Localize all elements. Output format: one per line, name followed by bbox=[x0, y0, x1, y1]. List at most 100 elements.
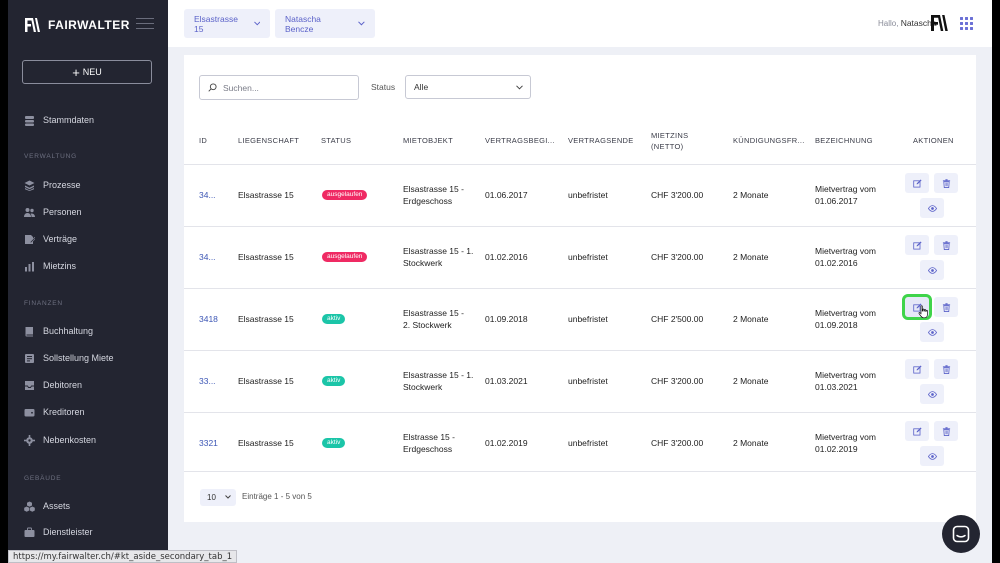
view-button[interactable] bbox=[920, 384, 944, 404]
cell-mietobjekt-line1: Elstrasse 15 - bbox=[403, 432, 455, 442]
sidebar-item-debitoren[interactable]: Debitoren bbox=[24, 377, 82, 393]
cell-vertragsbeginn: 01.03.2021 bbox=[485, 376, 528, 386]
column-header-vertragsbeginn[interactable]: VERTRAGSBEGI... bbox=[485, 135, 563, 146]
delete-button[interactable] bbox=[934, 359, 958, 379]
inbox-icon bbox=[25, 380, 34, 390]
column-header-id[interactable]: ID bbox=[199, 135, 235, 146]
view-button[interactable] bbox=[920, 322, 944, 342]
column-header-status[interactable]: STATUS bbox=[321, 135, 401, 146]
sidebar-item-label: Personen bbox=[43, 207, 82, 217]
contract-id-link[interactable]: 33... bbox=[199, 375, 233, 387]
column-header-mietobjekt[interactable]: MIETOBJEKT bbox=[403, 135, 483, 146]
table-row[interactable]: 34... Elsastrasse 15 ausgelaufen Elsastrass… bbox=[184, 226, 976, 288]
search-input[interactable] bbox=[223, 82, 343, 93]
cell-mietobjekt-line1: Elsastrasse 15 - bbox=[403, 308, 464, 318]
edit-button[interactable] bbox=[905, 359, 929, 379]
list-icon bbox=[25, 353, 34, 363]
cell-bezeichnung-line2: 01.02.2016 bbox=[815, 258, 858, 268]
chat-icon bbox=[952, 525, 970, 543]
status-filter-label: Status bbox=[371, 82, 396, 92]
sidebar-section-verwaltung: VERWALTUNG bbox=[24, 153, 78, 160]
sidebar-item-label: Prozesse bbox=[43, 180, 81, 190]
cell-liegenschaft: Elsastrasse 15 bbox=[238, 438, 294, 448]
edit-button[interactable] bbox=[905, 173, 929, 193]
sidebar-item-sollstellung-miete[interactable]: Sollstellung Miete bbox=[24, 350, 114, 366]
person-select[interactable]: Natascha Bencze bbox=[275, 9, 375, 38]
chevron-down-icon bbox=[253, 21, 260, 26]
sidebar-item-personen[interactable]: Personen bbox=[24, 204, 82, 220]
table-row[interactable]: 3418 Elsastrasse 15 aktiv Elsastrasse 15 - 2… bbox=[184, 288, 976, 350]
contract-id-link[interactable]: 3418 bbox=[199, 313, 233, 325]
contract-id-link[interactable]: 34... bbox=[199, 251, 233, 263]
sidebar-item-label: Debitoren bbox=[43, 380, 83, 390]
status-badge: aktiv bbox=[322, 314, 346, 324]
edit-icon bbox=[912, 178, 922, 188]
delete-button[interactable] bbox=[934, 173, 958, 193]
cell-bezeichnung-line2: 01.09.2018 bbox=[815, 320, 858, 330]
delete-button[interactable] bbox=[934, 297, 958, 317]
cell-bezeichnung-line1: Mietvertrag vom bbox=[815, 184, 876, 194]
column-header-mietzins-netto[interactable]: MIETZINS (NETTO) bbox=[651, 130, 729, 152]
status-filter-select[interactable]: Alle bbox=[405, 75, 531, 99]
property-select[interactable]: Elsastrasse 15 bbox=[184, 9, 270, 38]
status-badge: aktiv bbox=[322, 438, 346, 448]
search-icon bbox=[208, 83, 217, 92]
column-header-aktionen[interactable]: AKTIONEN bbox=[913, 135, 973, 146]
cell-vertragsende: unbefristet bbox=[568, 438, 608, 448]
contract-id-link[interactable]: 34... bbox=[199, 189, 233, 201]
fairwalter-logo-icon[interactable] bbox=[930, 14, 950, 32]
sidebar-item-verträge[interactable]: Verträge bbox=[24, 231, 77, 247]
table-row[interactable]: 34... Elsastrasse 15 ausgelaufen Elsastrass… bbox=[184, 164, 976, 226]
app-window: FAIRWALTER + NEU Stammdaten VERWALTUNG Pro… bbox=[0, 0, 1000, 563]
delete-button[interactable] bbox=[934, 421, 958, 441]
plus-icon: + bbox=[72, 64, 80, 80]
status-filter-value: Alle bbox=[414, 82, 429, 92]
edit-button[interactable] bbox=[905, 421, 929, 441]
brand[interactable]: FAIRWALTER bbox=[24, 16, 130, 34]
cell-kuendigungsfrist: 2 Monate bbox=[733, 190, 769, 200]
new-button[interactable]: + NEU bbox=[22, 60, 152, 84]
sidebar-section-gebäude: GEBÄUDE bbox=[24, 475, 62, 482]
sidebar-item-prozesse[interactable]: Prozesse bbox=[24, 177, 81, 193]
table-row[interactable]: 3321 Elsastrasse 15 aktiv Elstrasse 15 - Erd… bbox=[184, 412, 976, 474]
top-header: Elsastrasse 15 Natascha Bencze Hallo, Na… bbox=[168, 0, 992, 47]
cell-vertragsende: unbefristet bbox=[568, 376, 608, 386]
cell-liegenschaft: Elsastrasse 15 bbox=[238, 252, 294, 262]
edit-button[interactable] bbox=[905, 235, 929, 255]
view-button[interactable] bbox=[920, 260, 944, 280]
page-size-select[interactable]: 10 bbox=[200, 489, 236, 506]
cell-mietzins: CHF 3'200.00 bbox=[651, 376, 704, 386]
chat-launcher-button[interactable] bbox=[942, 515, 980, 553]
sidebar-item-buchhaltung[interactable]: Buchhaltung bbox=[24, 323, 93, 339]
search-box[interactable] bbox=[199, 75, 359, 100]
sidebar-toggle-icon[interactable] bbox=[136, 18, 154, 32]
column-header-bezeichnung[interactable]: BEZEICHNUNG bbox=[815, 135, 905, 146]
user-greeting[interactable]: Hallo, Natascha bbox=[878, 18, 937, 28]
status-badge: aktiv bbox=[322, 376, 346, 386]
column-header-vertragsende[interactable]: VERTRAGSENDE bbox=[568, 135, 648, 146]
cell-liegenschaft: Elsastrasse 15 bbox=[238, 376, 294, 386]
sidebar-item-nebenkosten[interactable]: Nebenkosten bbox=[24, 432, 96, 448]
sidebar-item-assets[interactable]: Assets bbox=[24, 498, 70, 514]
contracts-card: Status Alle IDLIEGENSCHAFTSTATUSMIETOBJE… bbox=[184, 55, 976, 522]
cell-liegenschaft: Elsastrasse 15 bbox=[238, 190, 294, 200]
view-button[interactable] bbox=[920, 446, 944, 466]
cell-bezeichnung-line1: Mietvertrag vom bbox=[815, 432, 876, 442]
view-button[interactable] bbox=[920, 198, 944, 218]
trash-icon bbox=[942, 302, 950, 312]
cell-mietobjekt-line1: Elsastrasse 15 - bbox=[403, 184, 464, 194]
delete-button[interactable] bbox=[934, 235, 958, 255]
cell-vertragsende: unbefristet bbox=[568, 314, 608, 324]
trash-icon bbox=[942, 364, 950, 374]
column-header-kündigungsfrist[interactable]: KÜNDIGUNGSFR... bbox=[733, 135, 811, 146]
column-header-liegenschaft[interactable]: LIEGENSCHAFT bbox=[238, 135, 318, 146]
sidebar-item-kreditoren[interactable]: Kreditoren bbox=[24, 404, 85, 420]
cell-bezeichnung-line1: Mietvertrag vom bbox=[815, 308, 876, 318]
sidebar-item-mietzins[interactable]: Mietzins bbox=[24, 258, 76, 274]
sidebar-item-stammdaten[interactable]: Stammdaten bbox=[24, 112, 94, 128]
sidebar-item-dienstleister[interactable]: Dienstleister bbox=[24, 524, 93, 540]
apps-grid-icon[interactable] bbox=[960, 17, 973, 30]
fairwalter-logo-icon bbox=[25, 18, 40, 32]
contract-id-link[interactable]: 3321 bbox=[199, 437, 233, 449]
table-row[interactable]: 33... Elsastrasse 15 aktiv Elsastrasse 15 -… bbox=[184, 350, 976, 412]
